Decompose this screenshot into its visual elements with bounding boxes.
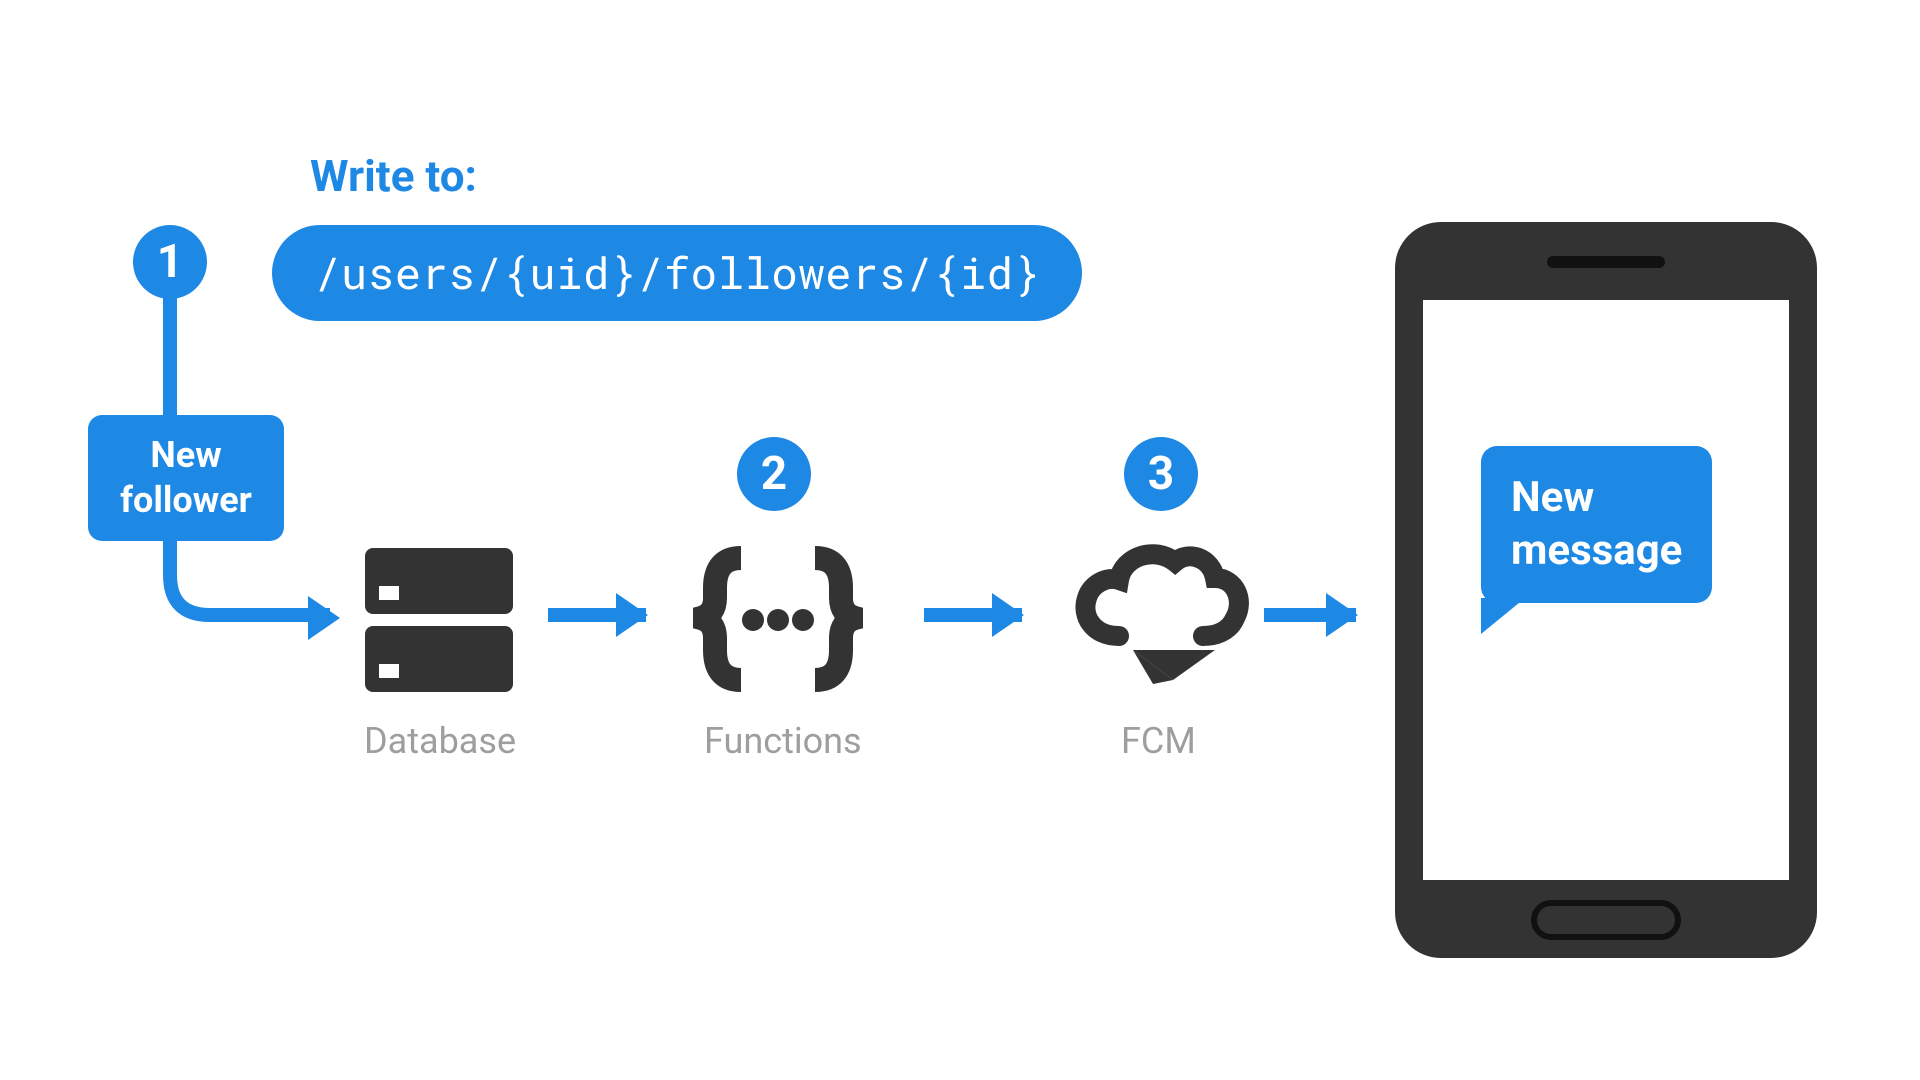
flow-arrow-icon xyxy=(924,608,1022,622)
cloud-functions-icon xyxy=(693,540,863,700)
database-icon xyxy=(355,540,525,700)
database-label: Database xyxy=(364,720,516,762)
notification-bubble: New message xyxy=(1481,446,1712,603)
cloud-messaging-icon xyxy=(1073,540,1253,700)
speech-bubble-tail-icon xyxy=(1481,598,1525,634)
step-1-badge: 1 xyxy=(133,225,207,299)
new-follower-line2: follower xyxy=(120,479,252,521)
fcm-label: FCM xyxy=(1121,720,1196,762)
database-path-pill: /users/{uid}/followers/{id} xyxy=(272,225,1082,321)
step-2-badge: 2 xyxy=(737,437,811,511)
new-follower-event: New follower xyxy=(88,415,284,541)
new-follower-line1: New xyxy=(150,434,221,476)
step-3-badge: 3 xyxy=(1124,437,1198,511)
arrow-head-icon xyxy=(308,596,340,640)
write-to-label: Write to: xyxy=(310,150,477,202)
notification-line1: New xyxy=(1511,473,1594,522)
phone-body: New message xyxy=(1395,222,1817,958)
connector-line xyxy=(163,296,177,416)
phone-screen: New message xyxy=(1423,300,1789,880)
notification-line2: message xyxy=(1511,526,1682,575)
flow-arrow-icon xyxy=(1264,608,1356,622)
phone-speaker xyxy=(1547,256,1665,268)
architecture-diagram: Write to: /users/{uid}/followers/{id} 1 … xyxy=(0,0,1920,1080)
functions-label: Functions xyxy=(704,720,862,762)
flow-arrow-icon xyxy=(548,608,646,622)
phone-device: New message xyxy=(1395,222,1817,958)
phone-home-button xyxy=(1531,900,1681,940)
